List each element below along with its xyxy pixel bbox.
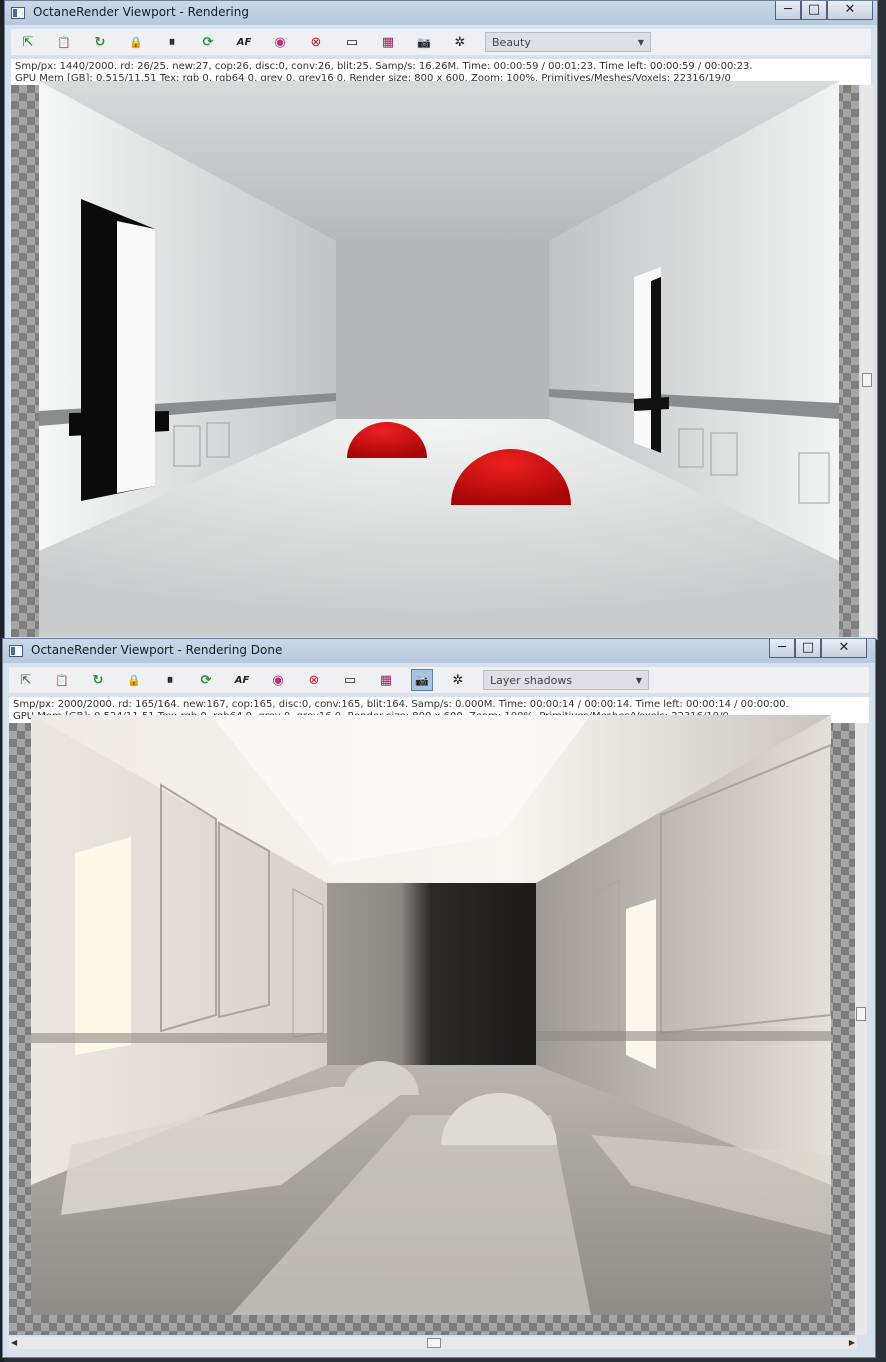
clipboard-icon[interactable]: 📋 [51,669,73,691]
af-focus-icon[interactable]: AF [233,31,255,53]
vertical-scrollbar[interactable] [855,723,867,1335]
vertical-scroll-thumb[interactable] [856,1007,866,1021]
status-line-1: Smp/px: 1440/2000. rd: 26/25. new:27, co… [15,61,753,72]
settings-icon[interactable]: ✲ [449,31,471,53]
export-icon[interactable]: ⇱ [17,31,39,53]
minimize-button[interactable]: ─ [769,639,795,658]
window-app-icon [11,7,25,19]
vertical-scroll-thumb[interactable] [862,373,872,387]
clipboard-icon[interactable]: 📋 [53,31,75,53]
settings-icon[interactable]: ✲ [447,669,469,691]
film-icon[interactable]: ▦ [375,669,397,691]
pause-icon[interactable]: ⏸ [159,669,181,691]
viewport-toolbar: ⇱ 📋 ↻ 🔒 ⏸ ⟳ AF ◉ ⊗ ▭ ▦ 📷 ✲ Beauty ▼ [11,29,871,55]
refresh-icon[interactable]: ⟳ [197,31,219,53]
render-pass-dropdown[interactable]: Beauty ▼ [485,32,651,52]
close-button[interactable]: ✕ [821,639,867,658]
vertical-scrollbar[interactable] [861,85,873,637]
minimize-button[interactable]: ─ [775,1,801,20]
scroll-left-icon[interactable]: ◀ [11,1338,17,1347]
window-app-icon [9,645,23,657]
viewport-window-done[interactable]: OctaneRender Viewport - Rendering Done ─… [2,638,876,1358]
restart-render-icon[interactable]: ↻ [87,669,109,691]
restart-render-icon[interactable]: ↻ [89,31,111,53]
viewport-window-rendering[interactable]: OctaneRender Viewport - Rendering ─ □ ✕ … [4,0,878,640]
render-pass-value: Layer shadows [490,674,573,687]
material-picker-icon[interactable]: ⊗ [303,669,325,691]
camera-snapshot-icon[interactable]: 📷 [411,669,433,691]
color-picker-icon[interactable]: ◉ [267,669,289,691]
camera-snapshot-icon[interactable]: 📷 [413,31,435,53]
viewport-canvas[interactable] [11,81,859,637]
horizontal-scroll-thumb[interactable] [427,1338,441,1348]
af-focus-icon[interactable]: AF [231,669,253,691]
scroll-right-icon[interactable]: ▶ [849,1338,855,1347]
lock-icon[interactable]: 🔒 [125,31,147,53]
export-icon[interactable]: ⇱ [15,669,37,691]
maximize-button[interactable]: □ [795,639,821,658]
refresh-icon[interactable]: ⟳ [195,669,217,691]
chevron-down-icon: ▼ [637,38,644,47]
title-bar[interactable]: OctaneRender Viewport - Rendering ─ □ ✕ [5,1,877,25]
title-bar[interactable]: OctaneRender Viewport - Rendering Done ─… [3,639,875,663]
chevron-down-icon: ▼ [635,676,642,685]
window-title: OctaneRender Viewport - Rendering Done [31,643,283,657]
color-picker-icon[interactable]: ◉ [269,31,291,53]
material-picker-icon[interactable]: ⊗ [305,31,327,53]
display-icon[interactable]: ▭ [339,669,361,691]
render-pass-value: Beauty [492,36,531,49]
render-pass-dropdown[interactable]: Layer shadows ▼ [483,670,649,690]
horizontal-scrollbar[interactable]: ◀ ▶ [9,1337,857,1349]
render-image-beauty [39,81,839,637]
render-image-layer-shadows [31,715,831,1315]
film-icon[interactable]: ▦ [377,31,399,53]
maximize-button[interactable]: □ [801,1,827,20]
status-line-1: Smp/px: 2000/2000. rd: 165/164. new:167,… [13,699,789,710]
close-button[interactable]: ✕ [827,1,873,20]
display-icon[interactable]: ▭ [341,31,363,53]
viewport-canvas[interactable] [9,715,857,1335]
window-title: OctaneRender Viewport - Rendering [33,5,249,19]
viewport-toolbar: ⇱ 📋 ↻ 🔒 ⏸ ⟳ AF ◉ ⊗ ▭ ▦ 📷 ✲ Layer shadows… [9,667,869,693]
pause-icon[interactable]: ⏸ [161,31,183,53]
lock-icon[interactable]: 🔒 [123,669,145,691]
